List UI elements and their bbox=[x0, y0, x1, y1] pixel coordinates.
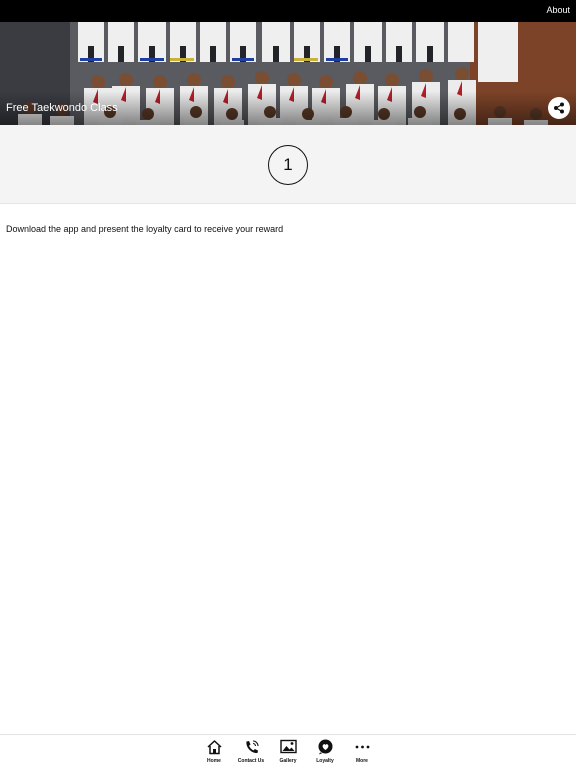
more-dots-icon bbox=[355, 745, 369, 749]
tab-gallery[interactable]: Gallery bbox=[270, 739, 306, 767]
stamp-number: 1 bbox=[283, 155, 293, 174]
phone-icon bbox=[245, 740, 259, 754]
share-button[interactable] bbox=[548, 97, 570, 119]
tab-loyalty-label: Loyalty bbox=[316, 758, 334, 764]
home-icon bbox=[206, 740, 222, 755]
bottom-tab-bar: Home Contact Us Gallery Loyalty More bbox=[0, 734, 576, 768]
loyalty-stamp-area: 1 bbox=[0, 125, 576, 204]
top-bar: About bbox=[0, 0, 576, 22]
tab-loyalty[interactable]: Loyalty bbox=[307, 739, 343, 767]
tab-home-label: Home bbox=[207, 758, 221, 764]
tab-contact-us-label: Contact Us bbox=[237, 758, 265, 764]
tab-more-label: More bbox=[356, 758, 368, 764]
tab-home[interactable]: Home bbox=[196, 739, 232, 767]
hero-banner: Free Taekwondo Class bbox=[0, 22, 576, 125]
hero-title: Free Taekwondo Class bbox=[6, 102, 118, 114]
tab-contact-us[interactable]: Contact Us bbox=[233, 739, 269, 767]
heart-bubble-icon bbox=[318, 739, 332, 755]
tab-gallery-label: Gallery bbox=[279, 758, 297, 764]
reward-description: Download the app and present the loyalty… bbox=[6, 224, 284, 234]
tab-more[interactable]: More bbox=[344, 739, 380, 767]
loyalty-stamp[interactable]: 1 bbox=[268, 145, 308, 185]
gallery-icon bbox=[279, 739, 297, 754]
share-icon bbox=[554, 102, 564, 114]
about-link[interactable]: About bbox=[546, 5, 570, 15]
